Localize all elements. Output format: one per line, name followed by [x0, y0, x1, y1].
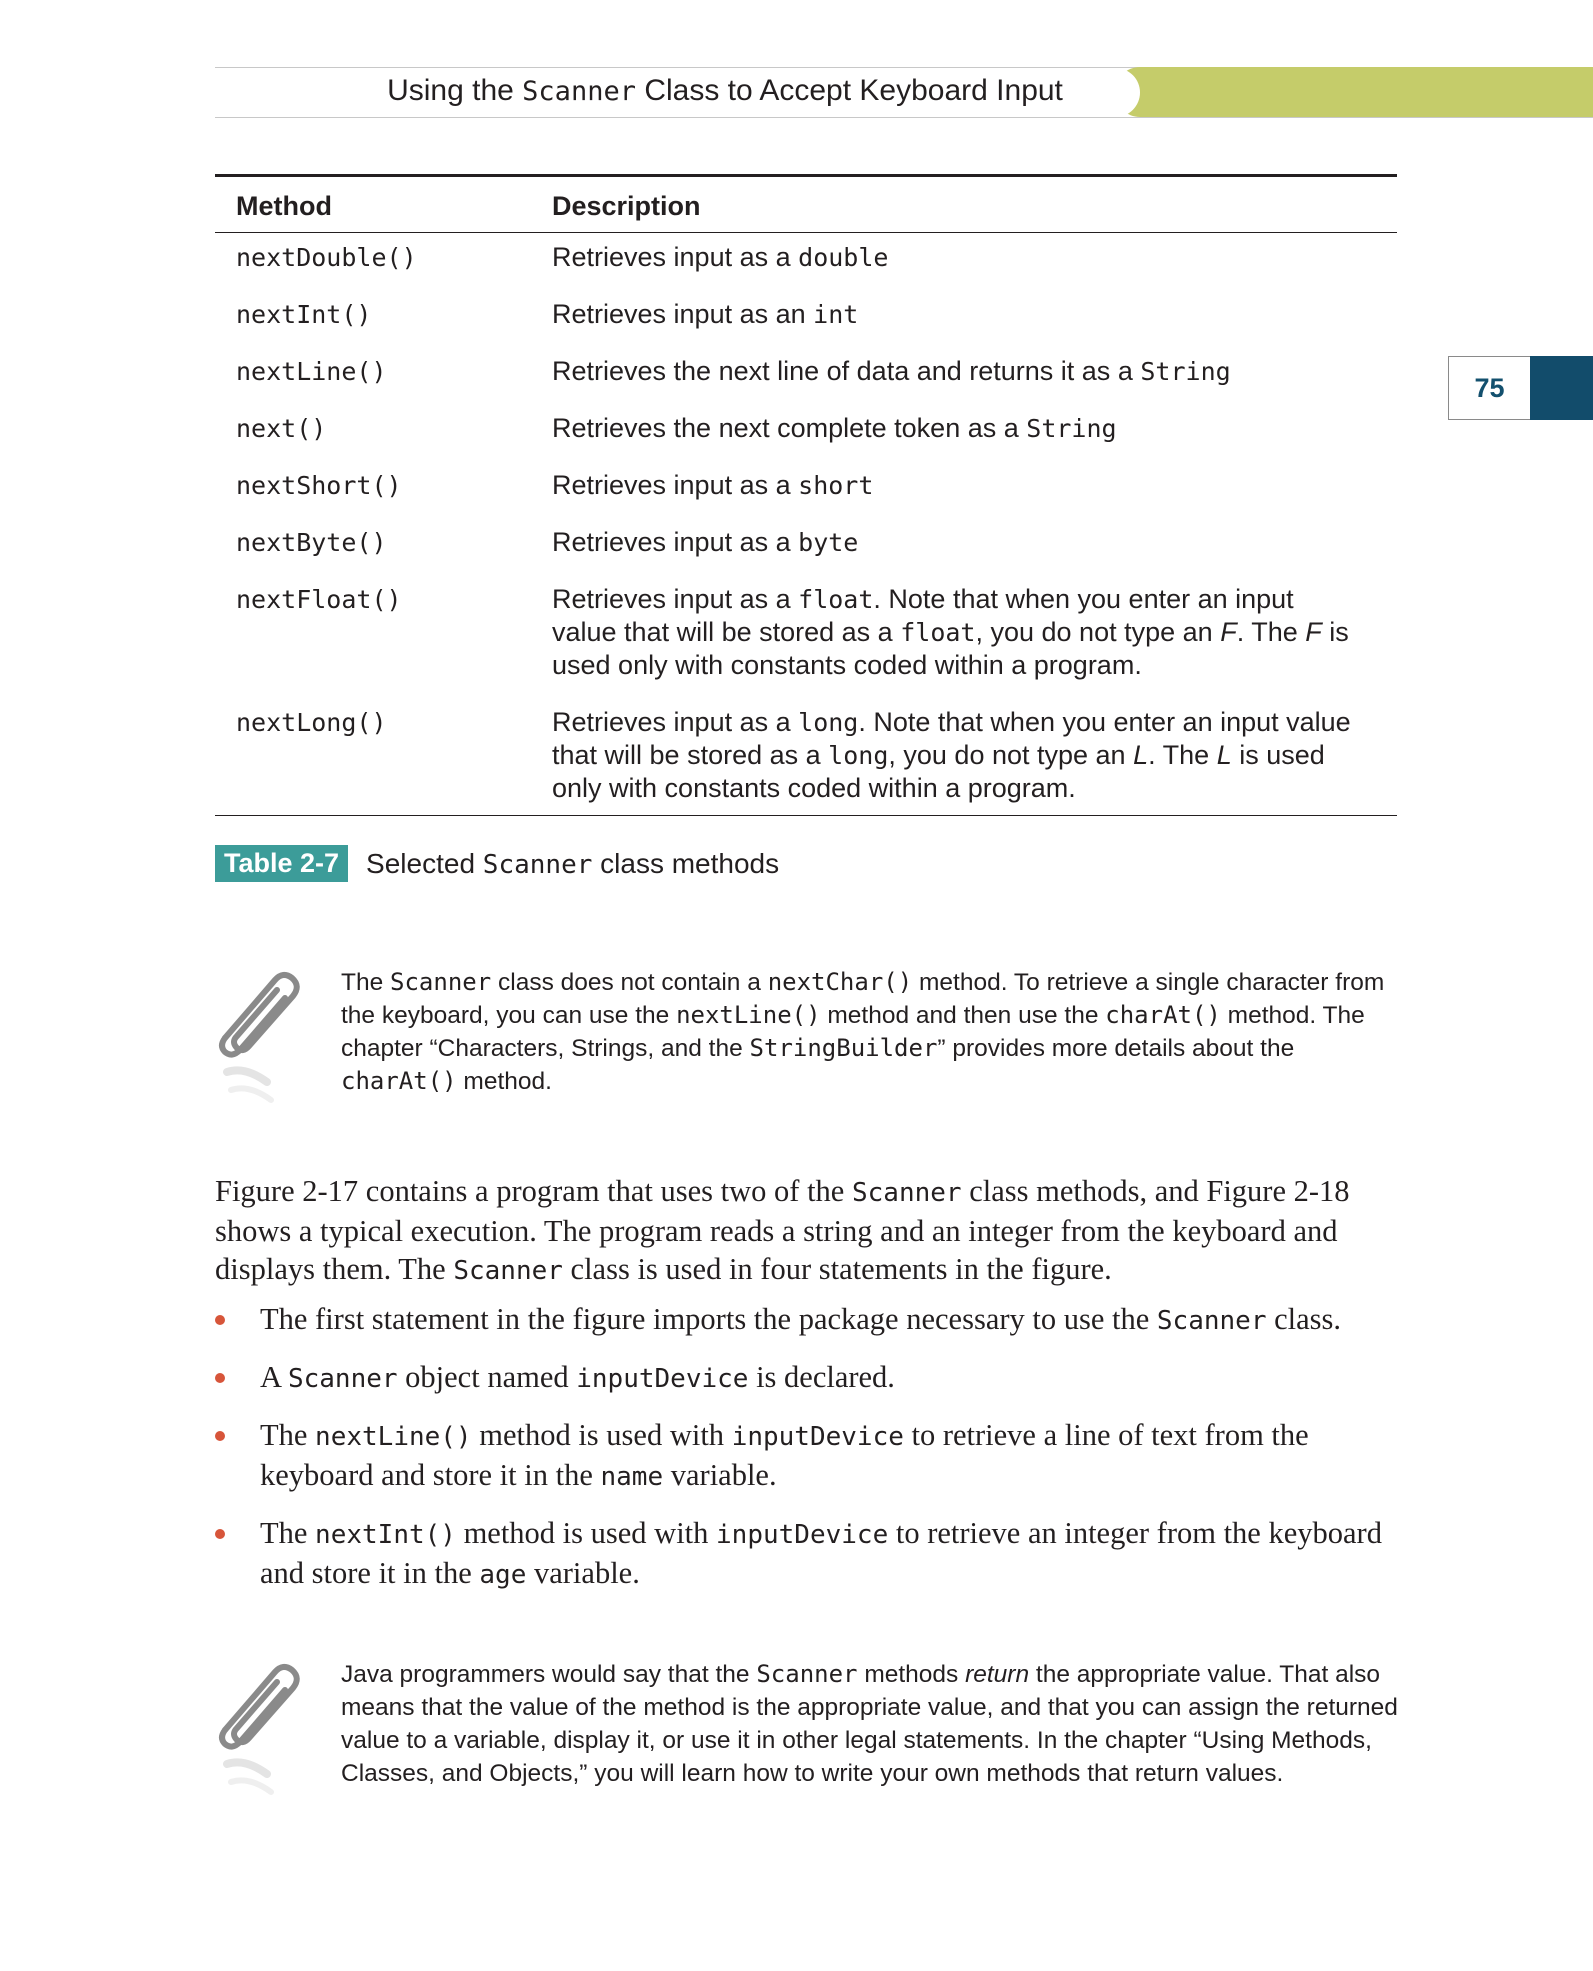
- list-item: A Scanner object named inputDevice is de…: [215, 1358, 1405, 1398]
- table-row: next() Retrieves the next complete token…: [215, 412, 1397, 469]
- bullet-dot-icon: [215, 1529, 225, 1539]
- table-row: nextFloat() Retrieves input as a float. …: [215, 583, 1397, 706]
- note-box-return-values: Java programmers would say that the Scan…: [215, 1658, 1398, 1808]
- bullet-list: The first statement in the figure import…: [215, 1300, 1405, 1612]
- bullet-dot-icon: [215, 1373, 225, 1383]
- note-text: Java programmers would say that the Scan…: [341, 1660, 1398, 1787]
- paperclip-icon: [219, 1664, 300, 1795]
- note-text: The Scanner class does not contain a nex…: [341, 968, 1385, 1095]
- method-name: nextByte(): [236, 528, 387, 557]
- method-description: Retrieves input as a byte: [552, 527, 859, 557]
- method-description: Retrieves the next line of data and retu…: [552, 356, 1231, 386]
- page-tab-accent: [1530, 356, 1593, 420]
- table-row: nextInt() Retrieves input as an int: [215, 298, 1397, 355]
- bullet-dot-icon: [215, 1315, 225, 1325]
- table-row: nextShort() Retrieves input as a short: [215, 469, 1397, 526]
- table-row: nextByte() Retrieves input as a byte: [215, 526, 1397, 583]
- method-description: Retrieves input as a short: [552, 470, 874, 500]
- table-caption: Table 2-7 Selected Scanner class methods: [215, 845, 779, 882]
- method-name: nextInt(): [236, 300, 372, 329]
- body-paragraph: Figure 2-17 contains a program that uses…: [215, 1174, 1350, 1286]
- bullet-dot-icon: [215, 1431, 225, 1441]
- list-item: The nextInt() method is used with inputD…: [215, 1514, 1405, 1594]
- method-name: nextLine(): [236, 357, 387, 386]
- table-row: nextLine() Retrieves the next line of da…: [215, 355, 1397, 412]
- header-rule-bottom: [215, 117, 1593, 118]
- scanner-methods-table: Method Description nextDouble() Retrieve…: [215, 174, 1397, 816]
- page-number: 75: [1448, 356, 1530, 420]
- table-row: nextLong() Retrieves input as a long. No…: [215, 706, 1397, 816]
- table-caption-text: Selected Scanner class methods: [366, 847, 780, 880]
- table-row: nextDouble() Retrieves input as a double: [215, 233, 1397, 299]
- list-item: The first statement in the figure import…: [215, 1300, 1405, 1340]
- running-header-title: Using the Scanner Class to Accept Keyboa…: [387, 74, 1063, 107]
- method-description: Retrieves the next complete token as a S…: [552, 413, 1117, 443]
- method-name: nextDouble(): [236, 243, 417, 272]
- table-header-row: Method Description: [215, 174, 1397, 233]
- method-name: nextShort(): [236, 471, 402, 500]
- method-description: Retrieves input as an int: [552, 299, 859, 329]
- paperclip-icon: [219, 972, 300, 1103]
- table-caption-label: Table 2-7: [215, 845, 349, 882]
- method-description: Retrieves input as a float. Note that wh…: [552, 584, 1349, 680]
- column-header-description: Description: [539, 174, 1397, 233]
- method-description: Retrieves input as a long. Note that whe…: [539, 706, 1397, 816]
- method-name: nextLong(): [215, 706, 539, 816]
- list-item: The nextLine() method is used with input…: [215, 1416, 1405, 1496]
- method-name: next(): [236, 414, 327, 443]
- method-name: nextFloat(): [236, 585, 402, 614]
- note-box-nextchar: The Scanner class does not contain a nex…: [215, 966, 1395, 1116]
- column-header-method: Method: [215, 174, 539, 233]
- method-description: Retrieves input as a double: [552, 242, 889, 272]
